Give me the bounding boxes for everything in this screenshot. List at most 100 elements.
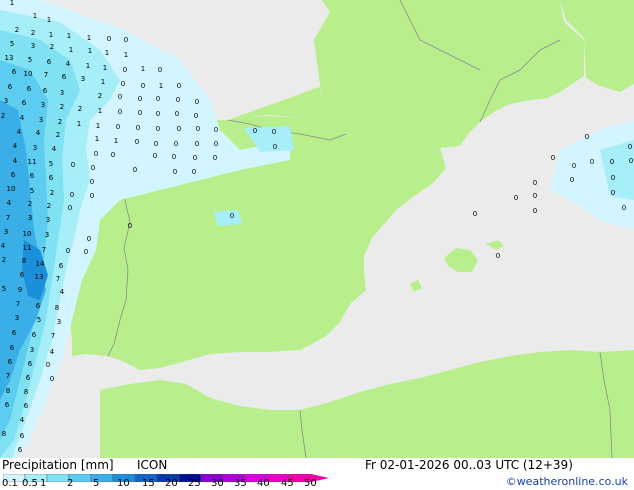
precip-value-label: 2: [50, 189, 54, 197]
precip-value-label: 6: [28, 360, 33, 368]
color-scale-label: 1: [40, 478, 47, 489]
precip-value-label: 3: [33, 144, 37, 152]
precip-value-label: 0: [128, 222, 132, 230]
precip-value-label: 0: [195, 98, 199, 106]
precip-value-label: 0: [610, 158, 614, 166]
precip-value-label: 1: [69, 46, 73, 54]
precip-value-label: 0: [153, 152, 157, 160]
precip-value-label: 6: [22, 99, 27, 107]
precip-value-label: 3: [30, 346, 34, 354]
precip-value-label: 0: [124, 36, 128, 44]
precip-value-label: 2: [47, 202, 51, 210]
precip-value-label: 0: [84, 248, 88, 256]
precip-value-label: 9: [18, 286, 22, 294]
precip-value-label: 7: [6, 214, 10, 222]
precip-value-label: 7: [44, 71, 48, 79]
precip-value-label: 0: [156, 125, 160, 133]
precip-value-label: 6: [59, 262, 64, 270]
map-footer: Precipitation [mm] ICON Fr 02-01-2026 00…: [0, 458, 634, 490]
precip-value-label: 13: [35, 273, 44, 281]
precip-value-label: 0: [87, 235, 91, 243]
precipitation-title: Precipitation [mm]: [2, 458, 114, 472]
valid-time: Fr 02-01-2026 00..03 UTC (12+39): [365, 458, 573, 472]
precip-value-label: 7: [56, 275, 60, 283]
precip-value-label: 8: [55, 304, 59, 312]
precip-value-label: 0: [253, 127, 257, 135]
precip-value-label: 0: [196, 125, 200, 133]
precip-value-label: 6: [5, 401, 10, 409]
precip-value-label: 2: [78, 105, 82, 113]
precip-value-label: 1: [87, 34, 91, 42]
color-scale-label: 2: [67, 478, 74, 489]
precip-value-label: 14: [36, 260, 45, 268]
precip-value-label: 6: [62, 73, 67, 81]
precip-value-label: 1: [88, 47, 92, 55]
precip-value-label: 0: [123, 66, 127, 74]
precip-value-label: 2: [98, 92, 102, 100]
precip-value-label: 1: [141, 65, 145, 73]
precip-value-label: 3: [31, 42, 35, 50]
precip-value-label: 5: [49, 160, 53, 168]
precip-value-label: 5: [2, 285, 6, 293]
precip-value-label: 1: [86, 62, 90, 70]
precip-value-label: 0: [158, 66, 162, 74]
precip-value-label: 0: [273, 143, 277, 151]
precip-value-label: 0: [156, 110, 160, 118]
precip-value-label: 4: [66, 60, 71, 68]
precip-value-label: 11: [23, 244, 32, 252]
precip-value-label: 0: [107, 35, 111, 43]
precip-value-label: 5: [30, 187, 34, 195]
precip-value-label: 2: [56, 131, 60, 139]
precip-value-label: 2: [50, 43, 54, 51]
precipitation-map: 11 12 2 1 1 1 0 05 3 2 1 1 1 113 5 6 4 1 1 0 1 06 10 7 6 3 1 0 0 1 06 6…: [0, 0, 634, 458]
precip-value-label: 3: [15, 314, 19, 322]
precip-value-label: 1: [10, 0, 14, 7]
precip-value-label: 3: [28, 214, 32, 222]
precip-value-label: 0: [138, 109, 142, 117]
color-scale-label: 25: [188, 478, 201, 489]
precip-value-label: 0: [172, 153, 176, 161]
color-scale-label: 30: [211, 478, 224, 489]
precip-value-label: 8: [2, 430, 6, 438]
precip-value-label: 0: [533, 179, 537, 187]
precip-value-label: 6: [24, 402, 29, 410]
color-scale-label: 50: [304, 478, 317, 489]
precip-value-label: 2: [31, 29, 35, 37]
precip-value-label: 6: [43, 87, 48, 95]
precip-value-label: 0: [214, 126, 218, 134]
precip-value-label: 3: [81, 75, 85, 83]
precip-value-label: 7: [42, 246, 46, 254]
color-scale-label: 15: [142, 478, 155, 489]
precip-value-label: 6: [47, 58, 52, 66]
precip-value-label: 0: [70, 191, 74, 199]
precip-value-label: 6: [8, 358, 13, 366]
precip-value-label: 4: [17, 128, 22, 136]
precip-value-label: 4: [1, 242, 6, 250]
precip-value-label: 0: [194, 112, 198, 120]
precip-value-label: 0: [496, 252, 500, 260]
precip-value-label: 1: [33, 12, 37, 20]
precip-value-label: 1: [49, 31, 53, 39]
precip-value-label: 3: [41, 101, 45, 109]
precip-value-label: 0: [116, 123, 120, 131]
precip-value-label: 8: [24, 388, 28, 396]
precip-value-label: 1: [95, 135, 99, 143]
precip-value-label: 0: [136, 124, 140, 132]
precip-value-label: 6: [20, 271, 25, 279]
precip-value-label: 0: [213, 154, 217, 162]
precip-value-label: 6: [12, 329, 17, 337]
precip-value-label: 7: [51, 332, 55, 340]
precip-value-label: 0: [572, 162, 576, 170]
precip-value-label: 8: [6, 387, 10, 395]
precip-value-label: 4: [13, 157, 18, 165]
precip-value-label: 6: [36, 302, 41, 310]
precip-value-label: 0: [141, 82, 145, 90]
precip-value-label: 0: [622, 204, 626, 212]
precip-value-label: 8: [22, 257, 26, 265]
precip-value-label: 0: [195, 140, 199, 148]
color-scale-label: 0.5: [22, 478, 38, 489]
precip-value-label: 0: [118, 108, 122, 116]
precip-value-label: 0: [192, 168, 196, 176]
precip-value-label: 0: [551, 154, 555, 162]
precip-value-label: 1: [67, 32, 71, 40]
